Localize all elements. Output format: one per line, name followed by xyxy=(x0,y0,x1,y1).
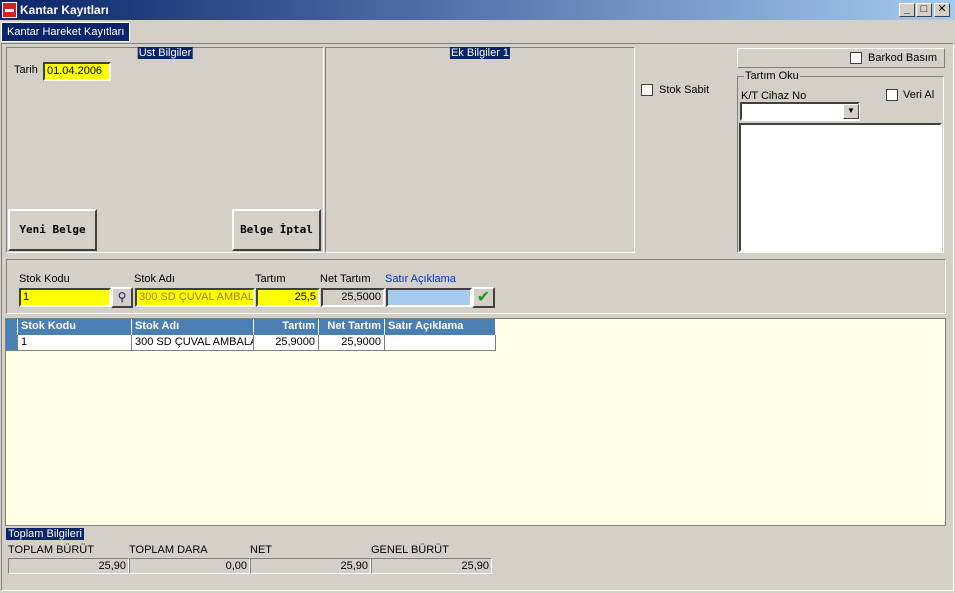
col-satir-aciklama[interactable]: Satır Açıklama xyxy=(385,319,496,335)
tab-kantar-hareket[interactable]: Kantar Hareket Kayıtları xyxy=(1,22,131,42)
kt-cihaz-select[interactable] xyxy=(740,102,860,121)
belge-iptal-button[interactable]: Belge İptal xyxy=(232,209,321,251)
satir-aciklama-input[interactable] xyxy=(386,288,472,307)
stok-adi-input: 300 SD ÇUVAL AMBAL xyxy=(135,288,255,307)
cell-stok-kodu[interactable]: 1 xyxy=(18,335,132,351)
col-stok-adi[interactable]: Stok Adı xyxy=(132,319,254,335)
stok-sabit-label: Stok Sabit xyxy=(659,84,710,96)
toplam-dara-label: TOPLAM DARA xyxy=(129,544,208,556)
tarih-label: Tarih xyxy=(14,64,38,76)
window-title: Kantar Kayıtları xyxy=(20,3,109,17)
net-label: NET xyxy=(250,544,272,556)
barkod-basim-checkbox[interactable] xyxy=(850,52,862,64)
net-tartim-input: 25,5000 xyxy=(321,288,385,307)
chevron-down-icon[interactable]: ▼ xyxy=(843,104,859,119)
title-bar: Kantar Kayıtları _ □ ✕ xyxy=(0,0,955,20)
toplam-bilgileri-caption: Toplam Bilgileri xyxy=(6,528,84,540)
row-indicator[interactable] xyxy=(6,335,18,351)
toplam-burut-label: TOPLAM BÜRÜT xyxy=(8,544,94,556)
col-tartim[interactable]: Tartım xyxy=(254,319,319,335)
toplam-burut-value: 25,90 xyxy=(8,558,129,574)
checkmark-icon[interactable]: ✔ xyxy=(472,287,495,308)
cell-stok-adi[interactable]: 300 SD ÇUVAL AMBALA xyxy=(132,335,254,351)
tartim-input[interactable]: 25,5 xyxy=(256,288,320,307)
satir-aciklama-label: Satır Açıklama xyxy=(385,273,456,285)
stok-kodu-label: Stok Kodu xyxy=(19,273,70,285)
col-stok-kodu[interactable]: Stok Kodu xyxy=(18,319,132,335)
ek-bilgiler-caption: Ek Bilgiler 1 xyxy=(449,47,511,59)
net-value: 25,90 xyxy=(250,558,371,574)
genel-burut-value: 25,90 xyxy=(371,558,492,574)
stok-kodu-input[interactable]: 1 xyxy=(19,288,111,307)
grid-corner xyxy=(6,319,18,335)
barkod-basim-label: Barkod Basım xyxy=(868,52,938,64)
ust-bilgiler-caption: Ust Bilgiler xyxy=(137,47,193,59)
tarih-input[interactable]: 01.04.2006 xyxy=(43,62,111,81)
cell-satir-aciklama[interactable] xyxy=(385,335,496,351)
tartim-label: Tartım xyxy=(255,273,286,285)
maximize-button[interactable]: □ xyxy=(916,3,932,17)
kt-cihaz-label: K/T Cihaz No xyxy=(741,90,807,102)
tartim-output-area[interactable] xyxy=(739,123,942,252)
veri-al-label: Veri Al xyxy=(903,89,935,101)
genel-burut-label: GENEL BÜRÜT xyxy=(371,544,449,556)
veri-al-checkbox[interactable] xyxy=(886,89,898,101)
app-icon xyxy=(2,2,17,18)
minimize-button[interactable]: _ xyxy=(899,3,915,17)
yeni-belge-button[interactable]: Yeni Belge xyxy=(8,209,97,251)
stok-adi-label: Stok Adı xyxy=(134,273,175,285)
net-tartim-label: Net Tartım xyxy=(320,273,371,285)
stok-sabit-checkbox[interactable] xyxy=(641,84,653,96)
close-button[interactable]: ✕ xyxy=(934,3,950,17)
toplam-dara-value: 0,00 xyxy=(129,558,250,574)
cell-tartim[interactable]: 25,9000 xyxy=(254,335,319,351)
col-net-tartim[interactable]: Net Tartım xyxy=(319,319,385,335)
binoculars-icon[interactable]: ⚲ xyxy=(111,287,133,308)
cell-net-tartim[interactable]: 25,9000 xyxy=(319,335,385,351)
tartim-oku-caption: Tartım Oku xyxy=(744,70,800,82)
ek-bilgiler-panel: Ek Bilgiler 1 xyxy=(325,47,635,253)
